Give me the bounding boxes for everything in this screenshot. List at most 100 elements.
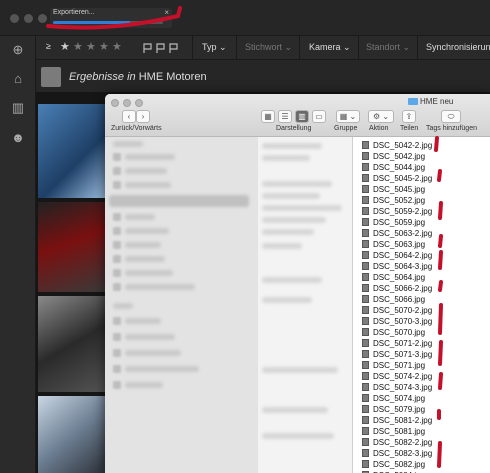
share-icon[interactable]: ⇪: [402, 110, 416, 123]
column-view-button[interactable]: ▥: [295, 110, 309, 123]
image-file-icon: [362, 229, 369, 237]
file-name: DSC_5064-3.jpg: [373, 262, 433, 271]
library-icon[interactable]: ▥: [11, 101, 25, 115]
home-icon[interactable]: ⌂: [11, 72, 25, 86]
sync-filter[interactable]: Synchronisierung: [426, 42, 490, 52]
rating-star-2[interactable]: ★: [73, 40, 83, 53]
camera-filter[interactable]: Kamera ⌄: [309, 42, 351, 53]
file-row[interactable]: DSC_5070.jpg: [353, 327, 490, 338]
file-row[interactable]: DSC_5074-2.jpg: [353, 371, 490, 382]
file-row[interactable]: DSC_5063-2.jpg: [353, 228, 490, 239]
file-row[interactable]: DSC_5071-2.jpg: [353, 338, 490, 349]
gear-icon[interactable]: ⚙ ⌄: [368, 110, 394, 123]
file-name: DSC_5042-2.jpg: [373, 141, 433, 150]
file-name: DSC_5070.jpg: [373, 328, 426, 337]
file-row[interactable]: DSC_5071-3.jpg: [353, 349, 490, 360]
image-file-icon: [362, 339, 369, 347]
chevron-right-icon[interactable]: ›: [136, 110, 150, 123]
rating-star-4[interactable]: ★: [99, 40, 109, 53]
file-name: DSC_5042.jpg: [373, 152, 426, 161]
finder-minimize-button[interactable]: [123, 99, 131, 107]
file-row[interactable]: DSC_5070-3.jpg: [353, 316, 490, 327]
flag-filter-toggle[interactable]: ≥: [46, 41, 51, 51]
file-row[interactable]: DSC_5081-2.jpg: [353, 415, 490, 426]
image-file-icon: [362, 449, 369, 457]
list-view-button[interactable]: ☰: [278, 110, 292, 123]
file-row[interactable]: DSC_5052.jpg: [353, 195, 490, 206]
image-file-icon: [362, 174, 369, 182]
finder-middle-column: [258, 137, 353, 473]
file-name: DSC_5045-2.jpg: [373, 174, 433, 183]
image-file-icon: [362, 273, 369, 281]
file-name: DSC_5045.jpg: [373, 185, 426, 194]
icon-view-button[interactable]: ▦: [261, 110, 275, 123]
image-file-icon: [362, 383, 369, 391]
file-row[interactable]: DSC_5059.jpg: [353, 217, 490, 228]
file-row[interactable]: DSC_5059-2.jpg: [353, 206, 490, 217]
keyword-filter[interactable]: Stichwort ⌄: [245, 42, 292, 53]
file-row[interactable]: DSC_5045-2.jpg: [353, 173, 490, 184]
file-name: DSC_5063.jpg: [373, 240, 426, 249]
image-file-icon: [362, 196, 369, 204]
file-name: DSC_5082.jpg: [373, 460, 426, 469]
image-file-icon: [362, 306, 369, 314]
file-row[interactable]: DSC_5042.jpg: [353, 151, 490, 162]
people-icon[interactable]: ☻: [11, 131, 25, 145]
add-icon[interactable]: ⊕: [11, 43, 25, 57]
rating-star-1[interactable]: ★: [60, 40, 70, 53]
location-filter[interactable]: Standort ⌄: [366, 42, 410, 53]
camera-filter-label: Kamera: [309, 42, 341, 52]
file-row[interactable]: DSC_5045.jpg: [353, 184, 490, 195]
view-label: Darstellung: [276, 125, 312, 132]
file-row[interactable]: DSC_5064-3.jpg: [353, 261, 490, 272]
file-row[interactable]: DSC_5066.jpg: [353, 294, 490, 305]
file-row[interactable]: DSC_5063.jpg: [353, 239, 490, 250]
photo-thumbnail[interactable]: [38, 296, 108, 392]
tags-label: Tags hinzufügen: [426, 125, 477, 132]
file-row[interactable]: DSC_5044.jpg: [353, 162, 490, 173]
file-name: DSC_5081-2.jpg: [373, 416, 433, 425]
tag-icon[interactable]: ⬭: [441, 110, 461, 123]
file-row[interactable]: DSC_5074-3.jpg: [353, 382, 490, 393]
file-row[interactable]: DSC_5066-2.jpg: [353, 283, 490, 294]
window-minimize-button[interactable]: [24, 14, 33, 23]
file-row[interactable]: DSC_5074.jpg: [353, 393, 490, 404]
window-close-button[interactable]: [10, 14, 19, 23]
file-row[interactable]: DSC_5082.jpg: [353, 459, 490, 470]
photo-thumbnail[interactable]: [38, 396, 108, 473]
file-row[interactable]: DSC_5082-2.jpg: [353, 437, 490, 448]
file-row[interactable]: DSC_5070-2.jpg: [353, 305, 490, 316]
file-row[interactable]: DSC_5064-2.jpg: [353, 250, 490, 261]
flag-icons[interactable]: [143, 43, 183, 54]
finder-window: HME neu ‹ › Zurück/Vorwärts ▦ ☰ ▥ ▭ Dars…: [105, 94, 490, 473]
rating-star-5[interactable]: ★: [112, 40, 122, 53]
image-file-icon: [362, 372, 369, 380]
photo-thumbnail[interactable]: [38, 202, 108, 292]
gallery-view-button[interactable]: ▭: [312, 110, 326, 123]
file-name: DSC_5059.jpg: [373, 218, 426, 227]
finder-toolbar: HME neu ‹ › Zurück/Vorwärts ▦ ☰ ▥ ▭ Dars…: [105, 94, 490, 137]
chevron-down-icon: ⌄: [343, 42, 351, 52]
type-filter-label: Typ: [202, 42, 217, 52]
file-row[interactable]: DSC_5081.jpg: [353, 426, 490, 437]
chevron-down-icon: ⌄: [284, 42, 293, 52]
type-filter[interactable]: Typ ⌄: [202, 42, 227, 53]
file-row[interactable]: DSC_5079.jpg: [353, 404, 490, 415]
rating-star-3[interactable]: ★: [86, 40, 96, 53]
file-row[interactable]: DSC_5064.jpg: [353, 272, 490, 283]
file-row[interactable]: DSC_5082-3.jpg: [353, 448, 490, 459]
file-name: DSC_5074-3.jpg: [373, 383, 433, 392]
image-file-icon: [362, 460, 369, 468]
finder-close-button[interactable]: [111, 99, 119, 107]
image-file-icon: [362, 295, 369, 303]
photo-thumbnail[interactable]: [38, 104, 108, 198]
file-row[interactable]: DSC_5071.jpg: [353, 360, 490, 371]
finder-zoom-button[interactable]: [135, 99, 143, 107]
file-row[interactable]: DSC_5042-2.jpg: [353, 140, 490, 151]
chevron-left-icon[interactable]: ‹: [122, 110, 136, 123]
image-file-icon: [362, 163, 369, 171]
results-header: Ergebnisse in HME Motoren: [36, 60, 490, 92]
finder-title-text: HME neu: [420, 97, 454, 106]
group-button[interactable]: ▦ ⌄: [336, 110, 360, 123]
image-file-icon: [362, 185, 369, 193]
